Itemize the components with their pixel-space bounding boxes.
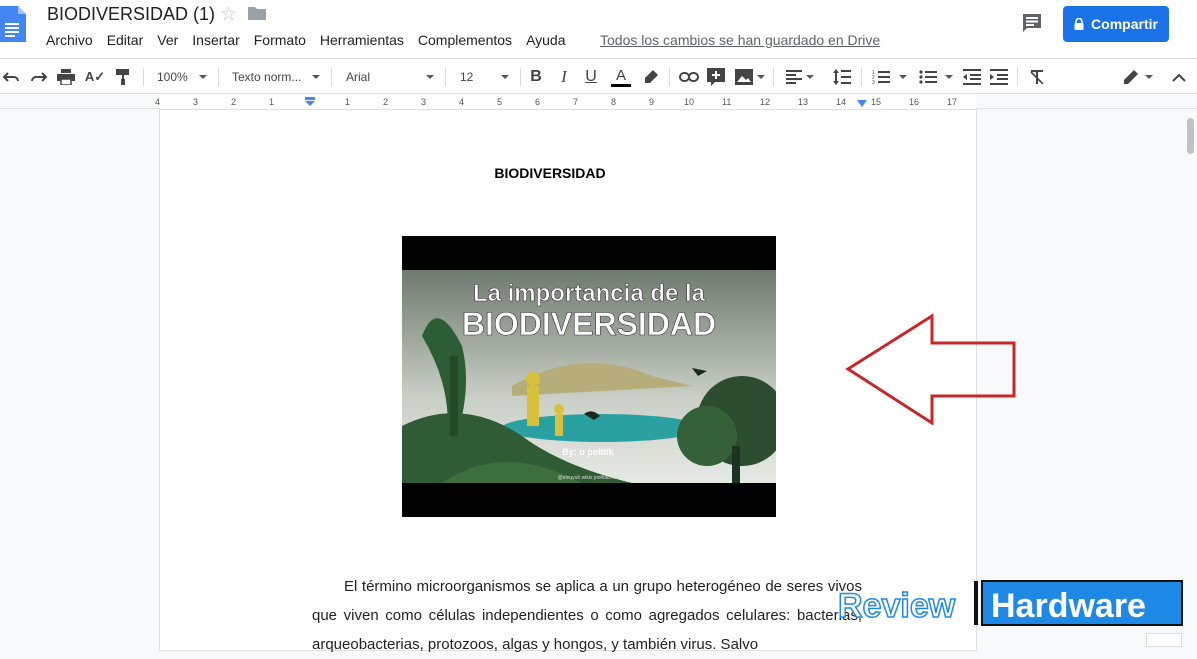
zoom-caret-icon xyxy=(199,75,207,79)
zoom-select[interactable]: 100% xyxy=(157,59,188,95)
font-family-select[interactable]: Arial xyxy=(346,59,370,95)
style-caret-icon xyxy=(312,75,320,79)
menu-complementos[interactable]: Complementos xyxy=(418,32,512,48)
explore-icon[interactable] xyxy=(1146,633,1182,647)
menu-insertar[interactable]: Insertar xyxy=(192,32,239,48)
menu-bar: Archivo Editar Ver Insertar Formato Herr… xyxy=(46,32,580,48)
menu-editar[interactable]: Editar xyxy=(107,32,144,48)
watermark-right-text: Hardware xyxy=(991,587,1146,625)
folder-icon[interactable] xyxy=(248,6,266,20)
font-size-select[interactable]: 12 xyxy=(460,59,473,95)
image-credit: @elnuyuh.wikis joolhab.net xyxy=(558,475,619,481)
numbered-list-icon[interactable]: 123 xyxy=(872,59,890,95)
vertical-scrollbar[interactable] xyxy=(1184,110,1197,647)
menu-ayuda[interactable]: Ayuda xyxy=(526,32,565,48)
horizontal-ruler[interactable]: 4 3 2 1 1 2 3 4 5 6 7 8 9 10 11 12 13 14… xyxy=(0,95,1197,109)
menu-archivo[interactable]: Archivo xyxy=(46,32,93,48)
italic-icon[interactable]: I xyxy=(557,59,571,95)
align-caret-icon xyxy=(806,75,814,79)
review-hardware-watermark: Review Hardware xyxy=(838,580,1183,626)
body-paragraph-text: El término microorganismos se aplica a u… xyxy=(312,578,862,653)
docs-header: BIODIVERSIDAD (1) ☆ Archivo Editar Ver I… xyxy=(0,0,1197,58)
bulleted-list-icon[interactable] xyxy=(919,59,937,95)
save-status-link[interactable]: Todos los cambios se han guardado en Dri… xyxy=(600,32,880,48)
scrollbar-thumb[interactable] xyxy=(1187,118,1194,154)
left-indent-marker-icon[interactable] xyxy=(304,97,316,107)
line-spacing-icon[interactable] xyxy=(833,59,851,95)
red-arrow-annotation-icon xyxy=(845,313,1016,425)
highlight-icon[interactable] xyxy=(642,59,660,95)
comments-icon[interactable] xyxy=(1021,12,1043,34)
decrease-indent-icon[interactable] xyxy=(963,59,981,95)
undo-icon[interactable] xyxy=(2,59,20,95)
biodiversity-illustration: La importancia de la BIODIVERSIDAD By: o… xyxy=(402,236,776,517)
bulleted-caret-icon xyxy=(945,75,953,79)
embedded-image[interactable]: La importancia de la BIODIVERSIDAD By: o… xyxy=(402,236,776,517)
insert-comment-icon[interactable] xyxy=(707,59,725,95)
paragraph-style-select[interactable]: Texto norm... xyxy=(232,59,301,95)
image-caret-icon xyxy=(757,75,765,79)
image-text-line1: La importancia de la xyxy=(473,280,706,307)
paint-format-icon[interactable] xyxy=(115,59,131,95)
editing-mode-icon[interactable] xyxy=(1121,59,1141,95)
image-text-line2: BIODIVERSIDAD xyxy=(462,306,716,342)
clear-formatting-icon[interactable] xyxy=(1029,59,1045,95)
right-indent-marker-icon[interactable] xyxy=(856,100,868,108)
menu-ver[interactable]: Ver xyxy=(157,32,178,48)
menu-formato[interactable]: Formato xyxy=(254,32,306,48)
size-caret-icon xyxy=(501,75,509,79)
body-paragraph[interactable]: El término microorganismos se aplica a u… xyxy=(312,572,862,659)
document-title[interactable]: BIODIVERSIDAD (1) xyxy=(47,4,215,25)
font-caret-icon xyxy=(426,75,434,79)
spellcheck-icon[interactable]: A✓ xyxy=(85,59,105,95)
lock-icon xyxy=(1074,18,1084,30)
share-label: Compartir xyxy=(1091,16,1158,32)
watermark-left-text: Review xyxy=(838,587,956,625)
menu-herramientas[interactable]: Herramientas xyxy=(320,32,404,48)
bold-icon[interactable]: B xyxy=(529,59,543,95)
insert-link-icon[interactable] xyxy=(679,59,699,95)
print-icon[interactable] xyxy=(57,59,75,95)
formatting-toolbar: A✓ 100% Texto norm... Arial 12 B I U A 1… xyxy=(0,58,1197,94)
editing-caret-icon xyxy=(1145,75,1153,79)
document-heading: BIODIVERSIDAD xyxy=(494,165,606,181)
share-button[interactable]: Compartir xyxy=(1063,6,1169,42)
collapse-menus-icon[interactable] xyxy=(1171,59,1187,95)
text-color-icon[interactable]: A xyxy=(611,59,631,95)
numbered-caret-icon xyxy=(899,75,907,79)
svg-text:3: 3 xyxy=(872,80,875,85)
image-byline: By: o politik xyxy=(562,447,614,457)
align-icon[interactable] xyxy=(785,59,803,95)
increase-indent-icon[interactable] xyxy=(990,59,1008,95)
insert-image-icon[interactable] xyxy=(735,59,753,95)
star-icon[interactable]: ☆ xyxy=(220,3,237,26)
redo-icon[interactable] xyxy=(30,59,48,95)
underline-icon[interactable]: U xyxy=(584,59,598,95)
google-docs-logo-icon[interactable] xyxy=(0,6,26,42)
